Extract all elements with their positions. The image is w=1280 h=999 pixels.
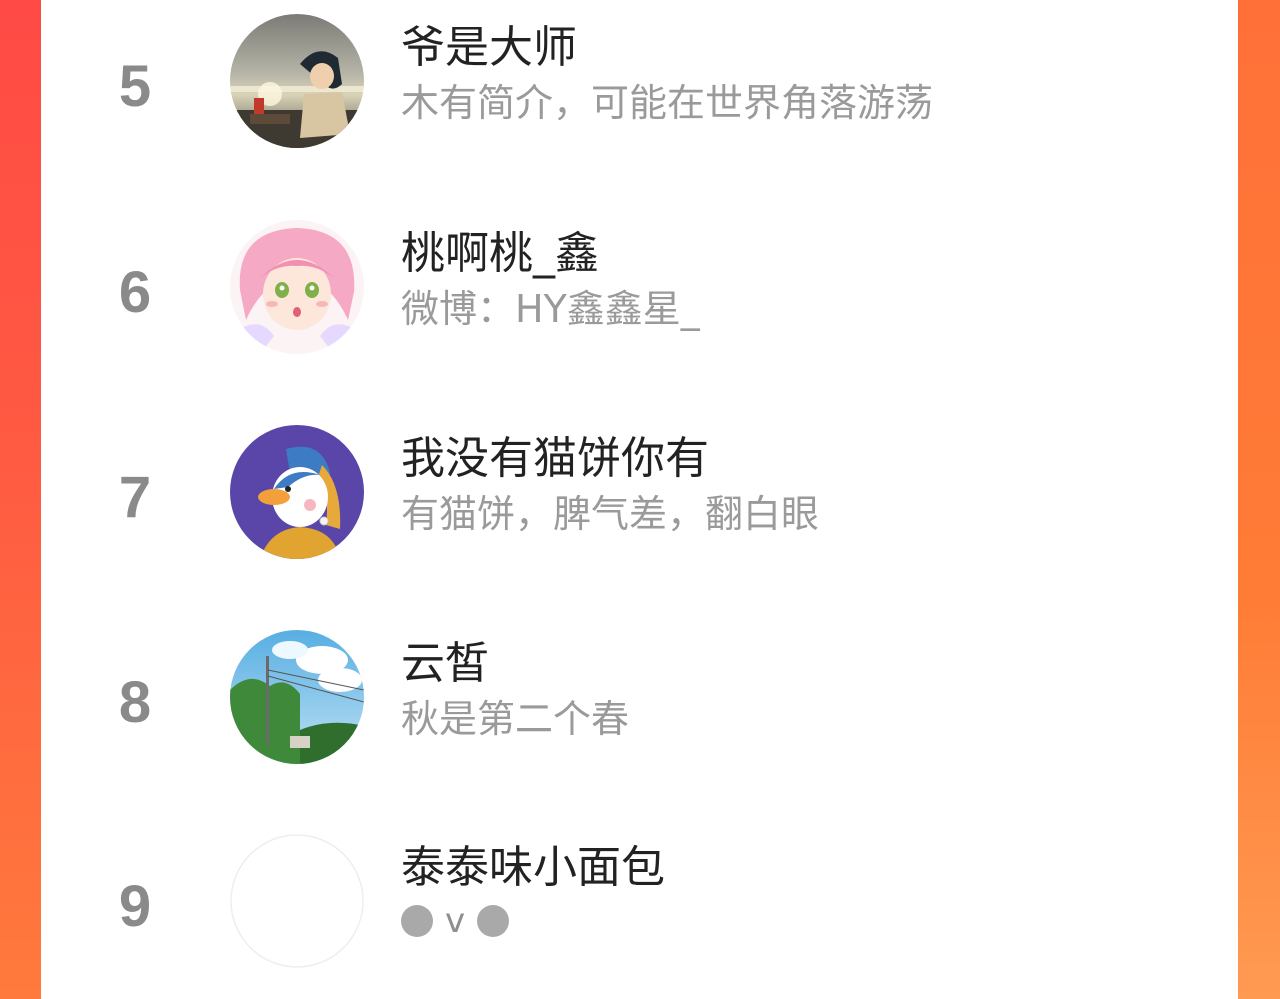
background-strip-right <box>1238 0 1280 999</box>
list-item[interactable]: 7 我没有猫饼你有 有猫饼，脾气差，翻白眼 <box>41 417 1238 567</box>
rank-number: 6 <box>118 260 152 325</box>
user-bio: 有猫饼，脾气差，翻白眼 <box>401 492 820 536</box>
list-item[interactable]: 9 泰泰味小面包 v <box>41 826 1238 976</box>
rank-number: 8 <box>118 670 152 735</box>
user-name[interactable]: 桃啊桃_鑫 <box>401 232 599 276</box>
pink-hair-anime-girl-avatar-icon[interactable] <box>230 220 364 354</box>
user-name[interactable]: 云皙 <box>401 642 489 686</box>
user-bio: 微博：HY鑫鑫星_ <box>401 287 700 331</box>
user-name[interactable]: 爷是大师 <box>401 26 577 70</box>
rank-number: 5 <box>118 54 152 119</box>
user-bio: 木有简介，可能在世界角落游荡 <box>401 81 934 125</box>
rank-number: 9 <box>118 874 152 939</box>
user-name[interactable]: 泰泰味小面包 <box>401 846 665 890</box>
user-name[interactable]: 我没有猫饼你有 <box>401 437 709 481</box>
emoticon-mouth: v <box>445 901 466 941</box>
blank-avatar-icon[interactable] <box>230 834 364 968</box>
user-bio: v <box>401 901 510 941</box>
dot-icon <box>477 905 510 937</box>
ranking-list-panel: 5 爷是大师 木有简介，可能在世界角落游荡 6 桃啊桃_鑫 微博：HY鑫鑫星_ … <box>41 0 1238 999</box>
dot-icon <box>401 905 433 937</box>
list-item[interactable]: 5 爷是大师 木有简介，可能在世界角落游荡 <box>41 6 1238 156</box>
user-bio: 秋是第二个春 <box>401 697 630 741</box>
list-item[interactable]: 6 桃啊桃_鑫 微博：HY鑫鑫星_ <box>41 212 1238 362</box>
duck-pearl-earring-avatar-icon[interactable] <box>230 425 364 559</box>
sky-trees-powerline-avatar-icon[interactable] <box>230 630 364 764</box>
rank-number: 7 <box>118 465 152 530</box>
ranking-page: 5 爷是大师 木有简介，可能在世界角落游荡 6 桃啊桃_鑫 微博：HY鑫鑫星_ … <box>0 0 1280 999</box>
anime-boy-sunset-avatar-icon[interactable] <box>230 14 364 148</box>
list-item[interactable]: 8 云皙 秋是第二个春 <box>41 622 1238 772</box>
